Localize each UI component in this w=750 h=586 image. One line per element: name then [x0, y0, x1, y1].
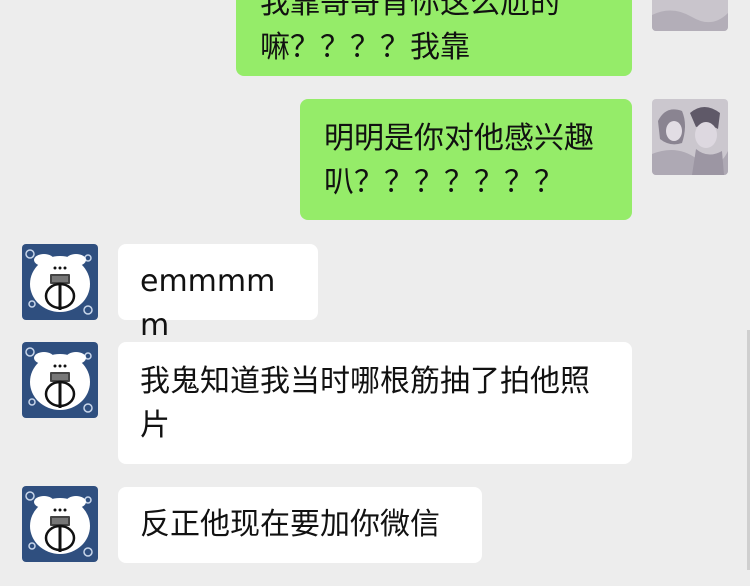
other-avatar-2[interactable] [22, 342, 98, 418]
message-text: emmmmm [140, 264, 276, 343]
other-avatar-1[interactable] [22, 244, 98, 320]
message-bubble-self-1[interactable]: 我靠哥哥肯你这么尬的嘛？？？？我靠 [236, 0, 632, 76]
message-bubble-other-1[interactable]: emmmmm [118, 244, 318, 343]
other-avatar-3[interactable] [22, 486, 98, 562]
message-text: 我靠哥哥肯你这么尬的嘛？？？？我靠 [260, 0, 560, 65]
cartoon-character-avatar-icon [22, 342, 98, 418]
message-bubble-other-2[interactable]: 我鬼知道我当时哪根筋抽了拍他照片 [118, 342, 632, 464]
self-avatar-2[interactable] [652, 99, 728, 175]
message-text: 反正他现在要加你微信 [140, 507, 440, 542]
message-bubble-self-2[interactable]: 明明是你对他感兴趣叭？？？？？？？ [300, 99, 632, 220]
illustrated-couple-avatar-icon [652, 99, 728, 175]
self-avatar-1[interactable] [652, 0, 728, 31]
message-text: 我鬼知道我当时哪根筋抽了拍他照片 [140, 364, 590, 443]
cartoon-character-avatar-icon [22, 244, 98, 320]
cartoon-character-avatar-icon [22, 486, 98, 562]
message-text: 明明是你对他感兴趣叭？？？？？？？ [324, 121, 594, 200]
illustrated-couple-avatar-icon [652, 0, 728, 31]
message-bubble-other-3[interactable]: 反正他现在要加你微信 [118, 487, 482, 563]
